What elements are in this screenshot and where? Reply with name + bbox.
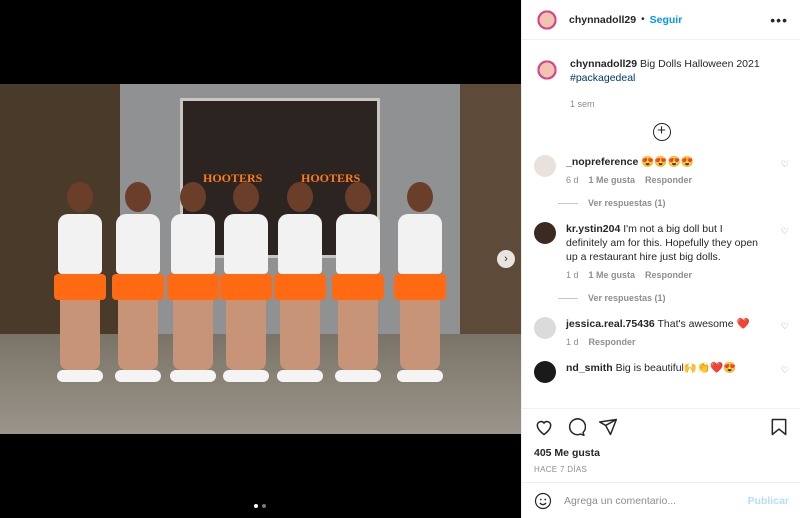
hashtag-link[interactable]: #packagedeal xyxy=(570,72,635,84)
more-options-icon[interactable]: ••• xyxy=(770,12,788,28)
commenter-avatar[interactable] xyxy=(534,222,556,244)
bookmark-icon[interactable] xyxy=(769,417,789,437)
media-viewer: HOOTERS HOOTERS › xyxy=(0,0,521,518)
view-replies-button[interactable]: Ver respuestas (1) xyxy=(558,293,789,303)
next-photo-button[interactable]: › xyxy=(497,250,515,268)
action-icons xyxy=(522,409,800,437)
comment-age: 1 d xyxy=(566,270,579,280)
comment-item: jessica.real.75436 That's awesome ❤️ 1 d… xyxy=(534,317,789,347)
caption-username[interactable]: chynnadoll29 xyxy=(570,58,637,70)
comment-text: 😍😍😍😍 xyxy=(641,156,694,168)
comment-like-icon[interactable]: ♡ xyxy=(781,226,789,237)
post-side-panel: chynnadoll29 • Seguir ••• chynnadoll29 B… xyxy=(521,0,800,518)
follow-button[interactable]: Seguir xyxy=(650,14,683,26)
comment-item: kr.ystin204 I'm not a big doll but I def… xyxy=(534,222,789,280)
person-figure xyxy=(392,182,448,382)
commenter-avatar[interactable] xyxy=(534,317,556,339)
emoji-icon[interactable] xyxy=(534,492,552,510)
reply-button[interactable]: Responder xyxy=(589,337,636,347)
commenter-avatar[interactable] xyxy=(534,361,556,383)
person-figure xyxy=(110,182,166,382)
share-send-icon[interactable] xyxy=(598,417,618,437)
post-actions: 405 Me gusta HACE 7 DÍAS Agrega un comen… xyxy=(522,408,800,518)
caption-age: 1 sem xyxy=(570,99,595,109)
like-count[interactable]: 405 Me gusta xyxy=(522,437,800,459)
publish-button[interactable]: Publicar xyxy=(748,495,789,507)
caption-text: chynnadoll29 Big Dolls Halloween 2021 #p… xyxy=(570,57,760,85)
load-more-comments-button[interactable]: + xyxy=(652,123,671,141)
add-comment-bar: Agrega un comentario... Publicar xyxy=(522,482,800,518)
replies-divider xyxy=(558,202,578,204)
comment-likes[interactable]: 1 Me gusta xyxy=(589,175,636,185)
post-photo[interactable]: HOOTERS HOOTERS xyxy=(0,84,521,434)
comment-likes[interactable]: 1 Me gusta xyxy=(589,270,636,280)
comment-username[interactable]: kr.ystin204 xyxy=(566,223,620,235)
caption-body: Big Dolls Halloween 2021 xyxy=(640,58,760,70)
comment-text: That's awesome ❤️ xyxy=(657,318,750,330)
comment-username[interactable]: nd_smith xyxy=(566,362,613,374)
person-figure xyxy=(330,182,386,382)
commenter-avatar[interactable] xyxy=(534,155,556,177)
carousel-dot-active xyxy=(254,504,258,508)
comment-age: 1 d xyxy=(566,337,579,347)
comment-username[interactable]: jessica.real.75436 xyxy=(566,318,655,330)
comment-like-icon[interactable]: ♡ xyxy=(781,321,789,332)
comment-bubble-icon[interactable] xyxy=(566,417,586,437)
comment-input[interactable]: Agrega un comentario... xyxy=(564,495,676,507)
like-heart-icon[interactable] xyxy=(534,417,554,437)
view-replies-label[interactable]: Ver respuestas (1) xyxy=(588,293,666,303)
comment-item: nd_smith Big is beautiful🙌👏❤️😍 ♡ xyxy=(534,361,789,383)
replies-divider xyxy=(558,297,578,299)
comment-age: 6 d xyxy=(566,175,579,185)
person-figure xyxy=(218,182,274,382)
comment-username[interactable]: _nopreference xyxy=(566,156,638,168)
post-date: HACE 7 DÍAS xyxy=(534,465,588,474)
person-figure xyxy=(272,182,328,382)
view-replies-label[interactable]: Ver respuestas (1) xyxy=(588,198,666,208)
carousel-dots xyxy=(254,504,266,508)
comments-list[interactable]: chynnadoll29 Big Dolls Halloween 2021 #p… xyxy=(522,41,800,407)
post-header: chynnadoll29 • Seguir ••• xyxy=(522,0,800,40)
avatar[interactable] xyxy=(534,6,560,33)
view-replies-button[interactable]: Ver respuestas (1) xyxy=(558,198,789,208)
carousel-dot xyxy=(262,504,266,508)
username-link[interactable]: chynnadoll29 xyxy=(569,14,636,26)
post-caption: chynnadoll29 Big Dolls Halloween 2021 #p… xyxy=(534,41,789,109)
post-modal: HOOTERS HOOTERS › chynnadoll29 • Seguir … xyxy=(0,0,800,518)
reply-button[interactable]: Responder xyxy=(645,270,692,280)
comment-like-icon[interactable]: ♡ xyxy=(781,159,789,170)
comment-text: Big is beautiful🙌👏❤️😍 xyxy=(615,362,737,374)
comment-like-icon[interactable]: ♡ xyxy=(781,365,789,376)
comment-item: _nopreference 😍😍😍😍 6 d 1 Me gusta Respon… xyxy=(534,155,789,185)
reply-button[interactable]: Responder xyxy=(645,175,692,185)
avatar[interactable] xyxy=(534,57,560,83)
person-figure xyxy=(165,182,221,382)
person-figure xyxy=(52,182,108,382)
header-separator: • xyxy=(641,14,645,25)
